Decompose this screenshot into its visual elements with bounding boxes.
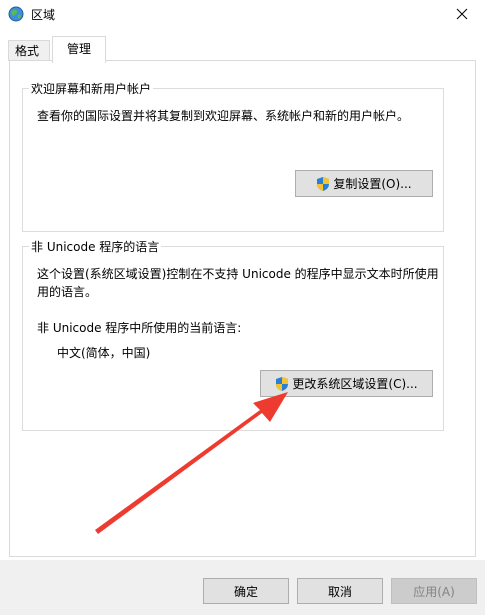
apply-button[interactable]: 应用(A) [391, 578, 477, 604]
change-system-locale-label: 更改系统区域设置(C)... [292, 377, 418, 391]
non-unicode-description-line1: 这个设置(系统区域设置)控制在不支持 Unicode 的程序中显示文本时所使用 [37, 267, 439, 281]
ok-button[interactable]: 确定 [203, 578, 289, 604]
welcome-group-title: 欢迎屏幕和新用户帐户 [29, 80, 154, 97]
non-unicode-group: 非 Unicode 程序的语言 这个设置(系统区域设置)控制在不支持 Unico… [22, 238, 444, 431]
current-language-value: 中文(简体，中国) [57, 346, 151, 360]
non-unicode-description-line2: 用的语言。 [37, 285, 98, 299]
uac-shield-icon [317, 176, 330, 191]
apply-label: 应用(A) [413, 584, 455, 599]
change-system-locale-button[interactable]: 更改系统区域设置(C)... [260, 370, 433, 397]
title-bar: 区域 [0, 0, 485, 28]
cancel-label: 取消 [327, 584, 352, 599]
tab-label: 格式 [15, 44, 40, 58]
tab-format[interactable]: 格式 [8, 40, 50, 61]
tab-label: 管理 [66, 42, 91, 56]
uac-shield-icon [276, 376, 289, 391]
welcome-description: 查看你的国际设置并将其复制到欢迎屏幕、系统帐户和新的用户帐户。 [37, 109, 410, 123]
tab-administrative[interactable]: 管理 [52, 36, 106, 63]
window-title: 区域 [31, 8, 56, 22]
current-language-label: 非 Unicode 程序中所使用的当前语言: [37, 321, 242, 335]
ok-label: 确定 [233, 584, 258, 599]
non-unicode-group-title: 非 Unicode 程序的语言 [29, 238, 162, 255]
welcome-group: 欢迎屏幕和新用户帐户 查看你的国际设置并将其复制到欢迎屏幕、系统帐户和新的用户帐… [22, 80, 444, 232]
globe-icon [8, 6, 24, 22]
cancel-button[interactable]: 取消 [297, 578, 383, 604]
close-button[interactable] [439, 0, 485, 28]
dialog-footer: 确定 取消 应用(A) [0, 560, 485, 615]
close-icon [456, 8, 468, 20]
copy-settings-button[interactable]: 复制设置(O)... [295, 170, 433, 197]
copy-settings-label: 复制设置(O)... [333, 177, 412, 191]
tab-panel: 欢迎屏幕和新用户帐户 查看你的国际设置并将其复制到欢迎屏幕、系统帐户和新的用户帐… [9, 60, 476, 557]
